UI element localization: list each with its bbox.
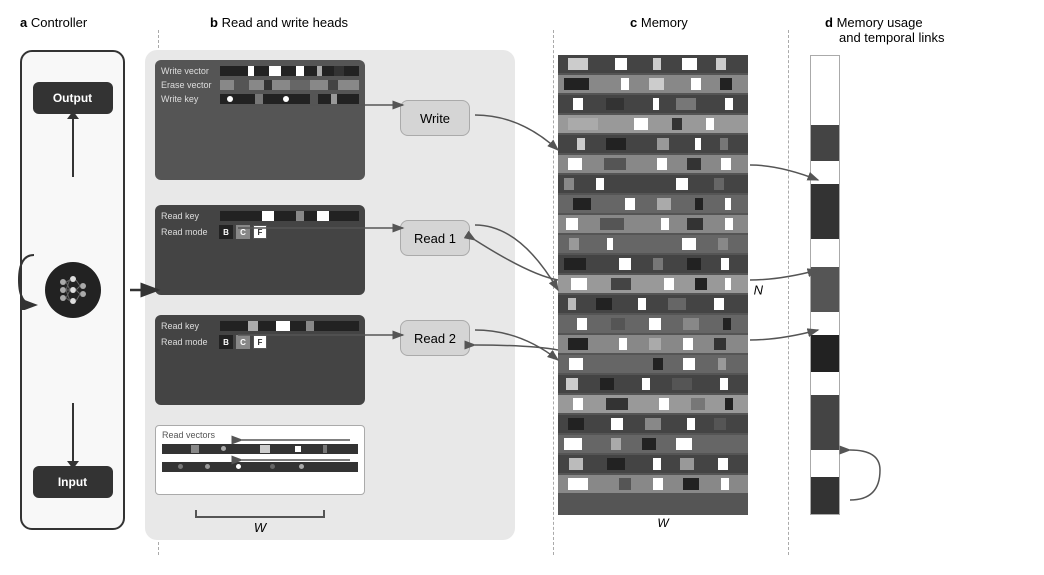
memory-row [558, 95, 748, 113]
mode-c-badge-1: C [236, 225, 250, 239]
usage-bar [810, 55, 840, 515]
memory-row [558, 435, 748, 453]
arrow-down [72, 403, 74, 463]
mode-f-badge-1: F [253, 225, 267, 239]
n-label: N [754, 283, 763, 298]
memory-row [558, 355, 748, 373]
memory-row [558, 335, 748, 353]
mode-b-badge-2: B [219, 335, 233, 349]
read-head-1-box: Read key Read mode B C F [155, 205, 365, 295]
memory-row [558, 195, 748, 213]
read1-button[interactable]: Read 1 [400, 220, 470, 256]
memory-row [558, 455, 748, 473]
w-label-c: W [657, 516, 668, 530]
write-key-bar [220, 94, 359, 104]
read-key-1-row: Read key [161, 211, 359, 221]
read-vector-bar-2 [162, 462, 358, 472]
read-mode-1-row: Read mode B C F [161, 225, 359, 239]
memory-row [558, 155, 748, 173]
neural-network-icon [45, 262, 101, 318]
recurrent-loop-icon [14, 250, 49, 310]
memory-row [558, 475, 748, 493]
memory-row [558, 135, 748, 153]
memory-grid [558, 55, 748, 515]
mode-b-badge-1: B [219, 225, 233, 239]
read-vectors-box: Read vectors [155, 425, 365, 495]
mode-f-badge-2: F [253, 335, 267, 349]
write-button[interactable]: Write [400, 100, 470, 136]
divider-bc [553, 30, 554, 555]
arrow-up [72, 117, 74, 177]
write-vector-row: Write vector [161, 66, 359, 76]
divider-cd [788, 30, 789, 555]
section-c-label: c Memory [630, 15, 688, 30]
memory-row [558, 395, 748, 413]
read-mode-1-label: Read mode [161, 227, 216, 237]
write-key-label: Write key [161, 94, 216, 104]
input-button[interactable]: Input [33, 466, 113, 498]
write-key-row: Write key [161, 94, 359, 104]
write-head-box: Write vector Erase vector [155, 60, 365, 180]
read-head-2-box: Read key Read mode B C F [155, 315, 365, 405]
memory-row [558, 115, 748, 133]
panel-memory-usage [800, 30, 1030, 550]
read2-button[interactable]: Read 2 [400, 320, 470, 356]
read-key-2-bar [220, 321, 359, 331]
read-key-1-bar [220, 211, 359, 221]
read-mode-2-label: Read mode [161, 337, 216, 347]
memory-row [558, 415, 748, 433]
memory-row [558, 375, 748, 393]
read-key-2-label: Read key [161, 321, 216, 331]
mode-c-badge-2: C [236, 335, 250, 349]
memory-row [558, 175, 748, 193]
read-key-1-label: Read key [161, 211, 216, 221]
section-a-label: a Controller [20, 15, 87, 30]
memory-row [558, 215, 748, 233]
read-vector-bar-1 [162, 444, 358, 454]
panel-controller: Output [10, 30, 140, 550]
section-b-label: b Read and write heads [210, 15, 348, 30]
read-key-2-row: Read key [161, 321, 359, 331]
memory-row [558, 75, 748, 93]
read-mode-2-row: Read mode B C F [161, 335, 359, 349]
write-vector-label: Write vector [161, 66, 216, 76]
erase-vector-label: Erase vector [161, 80, 216, 90]
memory-row [558, 315, 748, 333]
write-vector-bar [220, 66, 359, 76]
memory-row [558, 55, 748, 73]
memory-row [558, 295, 748, 313]
erase-vector-bar [220, 80, 359, 90]
panel-read-write-heads: Write vector Erase vector [145, 30, 525, 550]
memory-row [558, 275, 748, 293]
panel-memory: N W [558, 30, 768, 550]
erase-vector-row: Erase vector [161, 80, 359, 90]
read-vectors-label: Read vectors [162, 430, 358, 440]
memory-row [558, 235, 748, 253]
w-bracket-b: W [195, 510, 325, 535]
memory-row [558, 255, 748, 273]
output-button[interactable]: Output [33, 82, 113, 114]
